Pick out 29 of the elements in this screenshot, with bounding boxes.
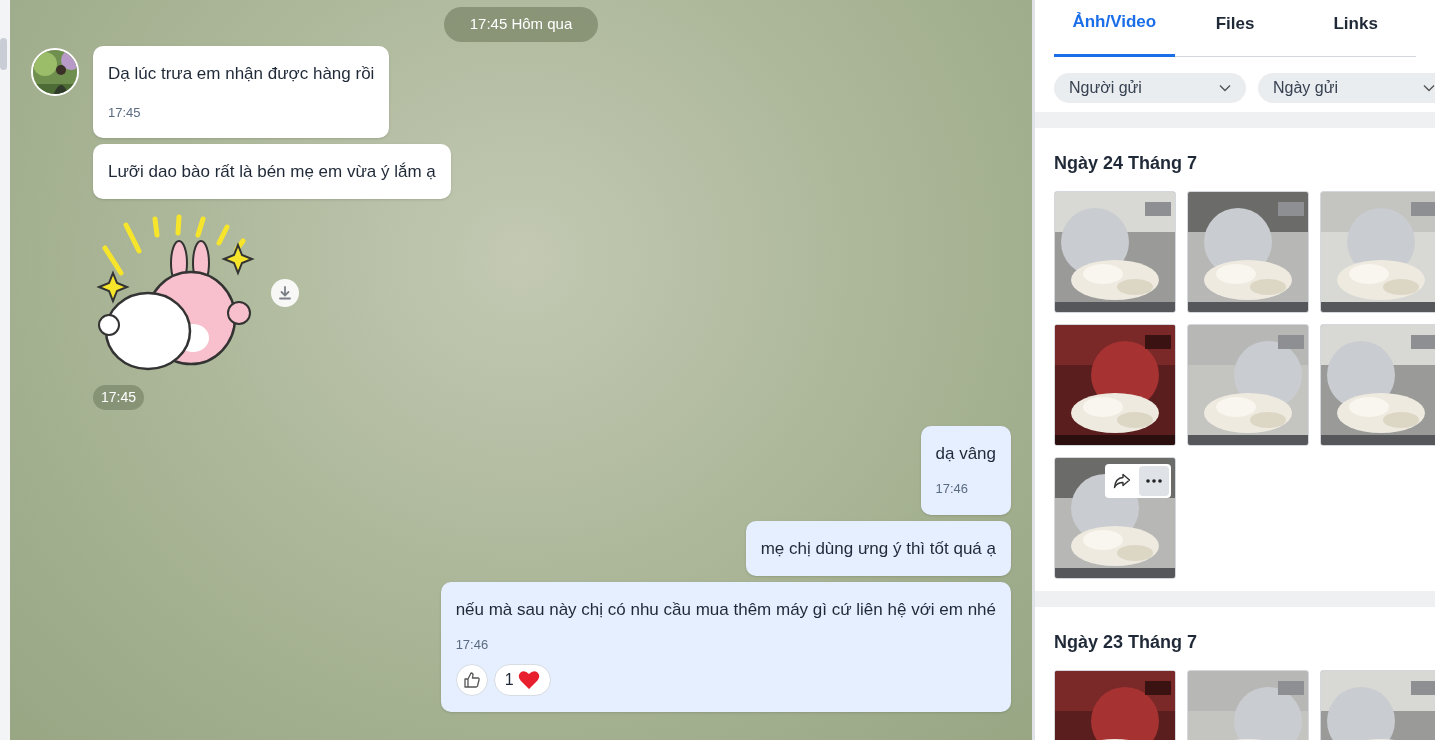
chevron-down-icon bbox=[1423, 84, 1435, 92]
share-icon bbox=[1113, 473, 1131, 489]
more-icon bbox=[1146, 479, 1162, 483]
section-title: Ngày 24 Tháng 7 bbox=[1054, 152, 1199, 175]
like-button[interactable] bbox=[455, 664, 488, 696]
message-text: Dạ lúc trưa em nhận được hàng rồi bbox=[108, 62, 375, 85]
heart-icon bbox=[517, 670, 540, 690]
message-time: 17:46 bbox=[935, 480, 970, 498]
message-text: Lưỡi dao bào rất là bén mẹ em vừa ý lắm ạ bbox=[108, 161, 436, 183]
tab[interactable]: Ảnh/Video bbox=[1054, 0, 1175, 57]
thumbs-up-icon bbox=[462, 671, 481, 689]
scrollbar-thumb[interactable] bbox=[0, 38, 7, 70]
chevron-down-icon bbox=[1219, 84, 1231, 92]
message-time: 17:45 bbox=[108, 103, 142, 122]
download-icon bbox=[278, 286, 292, 300]
tab[interactable]: Files bbox=[1174, 0, 1296, 57]
tab[interactable]: Links bbox=[1295, 0, 1416, 57]
filter-dropdown[interactable]: Ngày gửi bbox=[1258, 73, 1435, 103]
reaction-badge[interactable]: 1 bbox=[493, 664, 551, 696]
sticker-time: 17:45 bbox=[93, 385, 145, 410]
message-text: mẹ chị dùng ưng ý thì tốt quá ạ bbox=[760, 537, 996, 560]
message-time: 17:46 bbox=[455, 635, 490, 654]
section-title: Ngày 23 Tháng 7 bbox=[1054, 631, 1199, 654]
more-button[interactable] bbox=[1139, 466, 1169, 496]
message-text: dạ vâng bbox=[935, 443, 996, 465]
reaction-count: 1 bbox=[504, 670, 514, 690]
download-button[interactable] bbox=[271, 279, 299, 307]
filter-dropdown[interactable]: Người gửi bbox=[1054, 73, 1246, 103]
message-text: nếu mà sau này chị có nhu cầu mua thêm máy gì cứ liên hệ với em nhé bbox=[455, 598, 996, 621]
